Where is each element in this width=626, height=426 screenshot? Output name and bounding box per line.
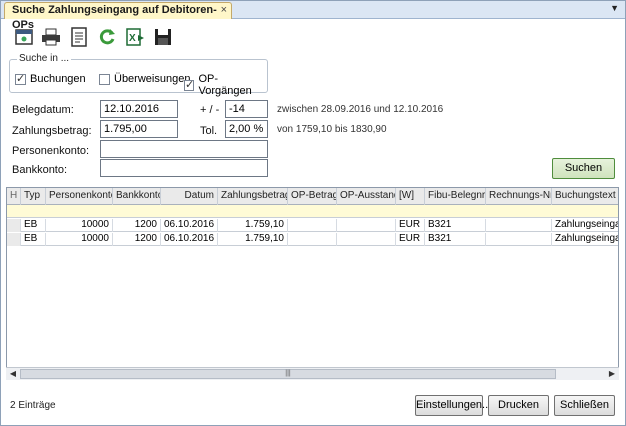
cell-personenkonto: 10000	[46, 219, 113, 232]
cell-bankkonto: 1200	[113, 219, 161, 232]
grid-header: H Typ Personenkonto Bankkonto Datum Zahl…	[7, 188, 618, 205]
cell-fibu-belegnr: B321	[425, 219, 486, 232]
zahlungsbetrag-label: Zahlungsbetrag:	[12, 125, 92, 137]
print-icon[interactable]	[41, 27, 61, 47]
col-header-op-ausstand[interactable]: OP-Ausstand	[337, 188, 396, 205]
tab-suche-zahlungseingang[interactable]: Suche Zahlungseingang auf Debitoren-OPs …	[4, 2, 232, 31]
bankkonto-label: Bankkonto:	[12, 164, 68, 176]
cell-zahlungsbetrag: 1.759,10	[218, 219, 288, 232]
cell-buchungstext: Zahlungseingang	[552, 219, 618, 232]
search-in-group: Suche in ... Buchungen Überweisungen OP-…	[9, 53, 268, 97]
scroll-left-icon[interactable]: ◀	[7, 368, 19, 380]
window: Suche Zahlungseingang auf Debitoren-OPs …	[0, 0, 626, 426]
checkbox-buchungen-label: Buchungen	[30, 73, 86, 85]
date-range-note: zwischen 28.09.2016 und 12.10.2016	[277, 104, 444, 115]
checkbox-ueberweisungen-box[interactable]	[99, 73, 110, 85]
plusminus-label: + / -	[200, 104, 220, 116]
save-icon[interactable]	[153, 27, 173, 47]
checkbox-op-vorgaenge[interactable]: OP-Vorgängen	[184, 73, 267, 97]
zahlungsbetrag-input[interactable]: 1.795,00	[100, 120, 178, 138]
tab-close-icon[interactable]: ×	[221, 3, 227, 18]
checkbox-op-vorgaenge-label: OP-Vorgängen	[198, 73, 252, 97]
col-header-rechnungs-nr[interactable]: Rechnungs-Nr.	[486, 188, 552, 205]
row-selector[interactable]	[7, 219, 21, 232]
table-row[interactable]: EB 10000 1200 06.10.2016 1.759,10 EUR B3…	[7, 219, 618, 232]
cell-typ: EB	[21, 233, 46, 246]
cell-datum: 06.10.2016	[161, 233, 218, 246]
cell-op-ausstand	[337, 233, 396, 246]
cell-rechnungs-nr	[486, 233, 552, 246]
col-header-buchungstext[interactable]: Buchungstext	[552, 188, 618, 205]
cell-fibu-belegnr: B321	[425, 233, 486, 246]
cell-rechnungs-nr	[486, 219, 552, 232]
document-list-icon[interactable]	[69, 27, 89, 47]
cell-op-ausstand	[337, 219, 396, 232]
cell-op-betrag	[288, 233, 337, 246]
col-header-fibu-belegnr[interactable]: Fibu-Belegnr.	[425, 188, 486, 205]
tol-label: Tol.	[200, 125, 218, 137]
cell-waehrung: EUR	[396, 233, 425, 246]
checkbox-op-vorgaenge-box[interactable]	[184, 78, 195, 91]
results-grid: H Typ Personenkonto Bankkonto Datum Zahl…	[6, 187, 619, 380]
col-header-waehrung[interactable]: [W]	[396, 188, 425, 205]
cell-datum: 06.10.2016	[161, 219, 218, 232]
refresh-icon[interactable]	[97, 27, 117, 47]
belegdatum-label: Belegdatum:	[12, 104, 74, 116]
plusminus-input[interactable]: -14	[225, 100, 268, 118]
belegdatum-input[interactable]: 12.10.2016	[100, 100, 178, 118]
grid-filter-row[interactable]	[7, 205, 618, 218]
checkbox-buchungen-box[interactable]	[15, 72, 26, 85]
personenkonto-input[interactable]	[100, 140, 268, 158]
cell-bankkonto: 1200	[113, 233, 161, 246]
drucken-button[interactable]: Drucken	[488, 395, 549, 416]
col-header-datum[interactable]: Datum	[161, 188, 218, 205]
grid-corner[interactable]: H	[7, 188, 21, 205]
col-header-op-betrag[interactable]: OP-Betrag	[288, 188, 337, 205]
new-window-icon[interactable]	[14, 27, 34, 47]
scrollbar-thumb[interactable]: |||	[20, 369, 556, 379]
cell-waehrung: EUR	[396, 219, 425, 232]
personenkonto-label: Personenkonto:	[12, 145, 90, 157]
scroll-right-icon[interactable]: ▶	[606, 368, 618, 380]
checkbox-buchungen[interactable]: Buchungen	[15, 72, 86, 85]
cell-buchungstext: Zahlungseingang	[552, 233, 618, 246]
col-header-zahlungsbetrag[interactable]: Zahlungsbetrag	[218, 188, 288, 205]
col-header-personenkonto[interactable]: Personenkonto	[46, 188, 113, 205]
svg-text:X: X	[129, 33, 136, 44]
cell-zahlungsbetrag: 1.759,10	[218, 233, 288, 246]
einstellungen-button[interactable]: Einstellungen...	[415, 395, 491, 416]
amount-range-note: von 1759,10 bis 1830,90	[277, 124, 387, 135]
row-selector[interactable]	[7, 233, 21, 246]
checkbox-ueberweisungen-label: Überweisungen	[114, 73, 191, 85]
search-in-legend: Suche in ...	[17, 53, 72, 64]
bankkonto-input[interactable]	[100, 159, 268, 177]
excel-export-icon[interactable]: X	[125, 27, 145, 47]
toolbar: X	[1, 20, 625, 52]
tab-bar: Suche Zahlungseingang auf Debitoren-OPs …	[1, 1, 625, 31]
col-header-typ[interactable]: Typ	[21, 188, 46, 205]
tol-input[interactable]: 2,00 %	[225, 120, 268, 138]
entry-count: 2 Einträge	[10, 400, 56, 411]
horizontal-scrollbar[interactable]: ◀ ||| ▶	[6, 367, 619, 380]
cell-personenkonto: 10000	[46, 233, 113, 246]
tab-dropdown-icon[interactable]: ▼	[610, 3, 619, 13]
col-header-bankkonto[interactable]: Bankkonto	[113, 188, 161, 205]
checkbox-ueberweisungen[interactable]: Überweisungen	[99, 73, 190, 85]
schliessen-button[interactable]: Schließen	[554, 395, 615, 416]
table-row[interactable]: EB 10000 1200 06.10.2016 1.759,10 EUR B3…	[7, 233, 618, 246]
suchen-button[interactable]: Suchen	[552, 158, 615, 179]
cell-op-betrag	[288, 219, 337, 232]
cell-typ: EB	[21, 219, 46, 232]
